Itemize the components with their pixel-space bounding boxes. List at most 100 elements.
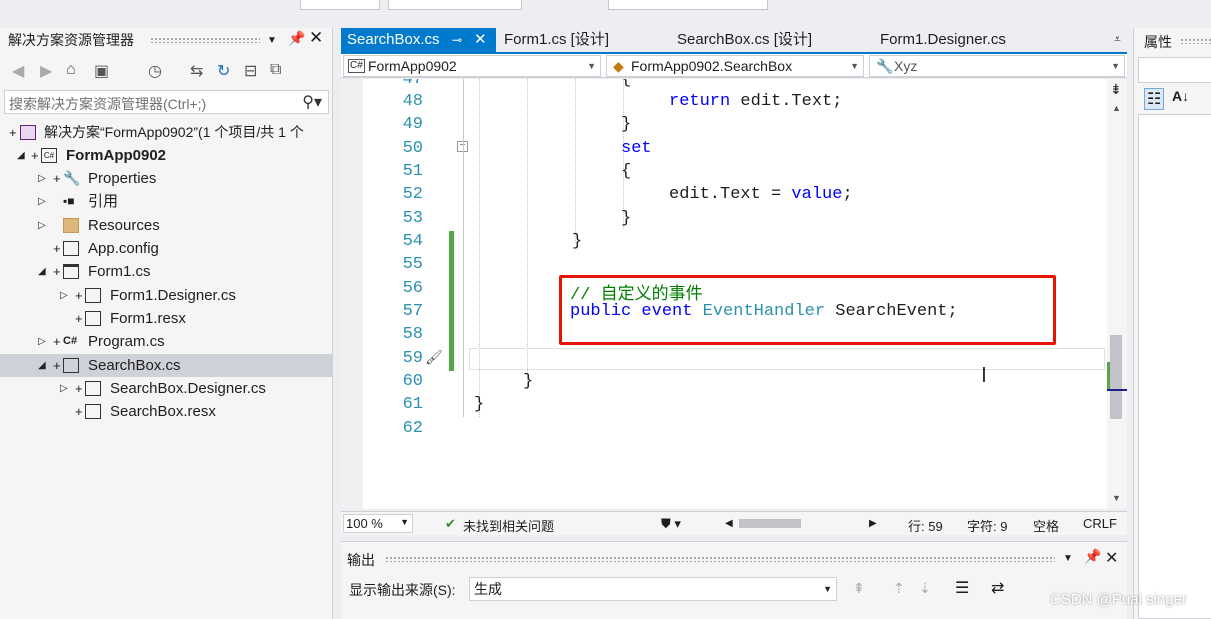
code-line: set — [621, 139, 652, 158]
tree-item-project[interactable]: ◢ + C# FormApp0902 — [0, 144, 332, 167]
collapsed-arrow-icon[interactable]: ▷ — [38, 214, 46, 237]
show-all-files-icon[interactable]: ⧉ — [270, 61, 281, 79]
member-dropdown[interactable]: 🔧 Xyz ▼ — [869, 55, 1125, 77]
tree-item-form1-designer[interactable]: ▷ + Form1.Designer.cs — [0, 284, 332, 307]
split-view-icon[interactable]: ⇟ — [1110, 81, 1122, 98]
zoom-dropdown[interactable]: 100 % ▼ — [343, 514, 413, 533]
tree-item-solution[interactable]: + 解决方案“FormApp0902”(1 个项目/共 1 个 — [0, 121, 332, 144]
tree-item-references[interactable]: ▷ ▪■ 引用 — [0, 190, 332, 213]
tree-item-label: Program.cs — [88, 333, 165, 350]
tree-item-form1[interactable]: ◢ + Form1.cs — [0, 260, 332, 283]
word-wrap-icon[interactable]: ⇄ — [991, 578, 1004, 598]
close-icon[interactable]: ✕ — [309, 28, 323, 48]
tab-form1-designer-cs[interactable]: Form1.Designer.cs — [874, 28, 1006, 52]
tab-searchbox-cs[interactable]: SearchBox.cs ⊸ ✕ — [341, 28, 496, 52]
forward-icon[interactable]: ▶ — [40, 61, 52, 81]
search-icon[interactable]: ⚲▾ — [302, 92, 322, 112]
home-icon[interactable]: ⌂ — [66, 61, 76, 79]
line-ending-indicator[interactable]: CRLF — [1083, 516, 1117, 531]
class-dropdown[interactable]: ◆ FormApp0902.SearchBox ▼ — [606, 55, 864, 77]
properties-object-dropdown[interactable] — [1138, 57, 1211, 83]
alphabetical-icon[interactable]: A↓ — [1172, 88, 1189, 104]
categorized-icon[interactable]: ☷ — [1144, 88, 1165, 110]
pin-icon[interactable]: 📌 — [1084, 548, 1101, 565]
scroll-up-icon[interactable]: ▲ — [1112, 103, 1121, 113]
panel-menu-chevron-icon[interactable]: ▼ — [1063, 553, 1073, 564]
line-number: 50 — [402, 139, 423, 158]
wrench-icon: 🔧 — [876, 58, 894, 74]
output-source-value: 生成 — [474, 581, 502, 597]
pin-icon[interactable]: ⊸ — [452, 28, 462, 52]
tree-item-app-config[interactable]: + App.config — [0, 237, 332, 260]
tab-form1-design[interactable]: Form1.cs [设计] — [498, 28, 609, 52]
panel-grip[interactable] — [385, 556, 1055, 562]
switch-views-icon[interactable]: ▣ — [94, 61, 109, 81]
toolbar-combo-fragment[interactable] — [608, 0, 768, 10]
find-message-icon[interactable]: ⇞ — [853, 580, 865, 597]
code-line: } — [572, 232, 583, 251]
horizontal-scroll-thumb[interactable] — [739, 519, 801, 528]
next-message-icon[interactable]: ⇣ — [919, 580, 931, 597]
filter-icon[interactable]: ⛊ ▾ — [661, 516, 681, 532]
scroll-right-icon[interactable]: ▶ — [869, 518, 877, 529]
editor-vertical-scrollbar[interactable]: ⇟ ▲ ▼ — [1107, 79, 1127, 509]
code-editor[interactable]: 47 48 49 50 51 52 53 54 55 56 57 58 59 6… — [341, 79, 1107, 509]
close-icon[interactable]: ✕ — [1105, 548, 1118, 568]
toolbar-combo-fragment[interactable] — [300, 0, 380, 10]
refresh-icon[interactable]: ↻ — [217, 61, 230, 81]
scroll-left-icon[interactable]: ◀ — [725, 518, 733, 529]
expanded-arrow-icon[interactable]: ◢ — [38, 260, 46, 283]
expanded-arrow-icon[interactable]: ◢ — [17, 144, 25, 167]
tree-item-searchbox-designer[interactable]: ▷ + SearchBox.Designer.cs — [0, 377, 332, 400]
pin-icon[interactable]: 📌 — [288, 30, 305, 47]
clear-all-icon[interactable]: ☰ — [955, 578, 969, 598]
column-indicator[interactable]: 字符: 9 — [967, 516, 1007, 535]
member-dropdown-value: Xyz — [894, 58, 918, 74]
close-icon[interactable]: ✕ — [474, 28, 487, 52]
line-number: 61 — [402, 395, 423, 414]
whitespace-indicator[interactable]: 空格 — [1033, 516, 1059, 535]
issues-status[interactable]: 未找到相关问题 — [463, 516, 554, 535]
back-icon[interactable]: ◀ — [12, 61, 24, 81]
tree-item-resources[interactable]: ▷ Resources — [0, 214, 332, 237]
tree-item-form1-resx[interactable]: + Form1.resx — [0, 307, 332, 330]
output-source-dropdown[interactable]: 生成 ▼ — [469, 577, 837, 601]
glyph-margin — [341, 79, 363, 509]
references-icon: ▪■ — [63, 194, 75, 208]
solution-search-input[interactable]: 搜索解决方案资源管理器(Ctrl+;) ⚲▾ — [4, 90, 329, 114]
tab-searchbox-design[interactable]: SearchBox.cs [设计] — [671, 28, 812, 52]
pending-changes-icon[interactable]: ◷ — [148, 61, 162, 81]
tree-item-properties[interactable]: ▷ + 🔧 Properties — [0, 167, 332, 190]
code-line: } — [474, 395, 485, 414]
panel-grip[interactable] — [150, 37, 260, 43]
collapsed-arrow-icon[interactable]: ▷ — [60, 377, 68, 400]
panel-menu-chevron-icon[interactable]: ▼ — [267, 35, 277, 46]
panel-grip[interactable] — [1180, 38, 1211, 44]
tab-overflow-icon[interactable]: ⩡ — [1114, 32, 1121, 47]
scroll-thumb[interactable] — [1110, 335, 1122, 419]
scroll-down-icon[interactable]: ▼ — [1112, 493, 1121, 503]
output-title: 输出 — [347, 552, 375, 568]
project-dropdown[interactable]: C# FormApp0902 ▼ — [343, 55, 601, 77]
line-number: 60 — [402, 372, 423, 391]
expanded-arrow-icon[interactable]: ◢ — [38, 354, 46, 377]
properties-grid[interactable] — [1138, 114, 1211, 619]
code-line: return edit.Text; — [669, 92, 842, 111]
sync-icon[interactable]: ⇆ — [190, 61, 203, 81]
tree-item-searchbox-resx[interactable]: + SearchBox.resx — [0, 400, 332, 423]
collapsed-arrow-icon[interactable]: ▷ — [38, 167, 46, 190]
collapsed-arrow-icon[interactable]: ▷ — [38, 330, 46, 353]
line-number: 56 — [402, 279, 423, 298]
collapsed-arrow-icon[interactable]: ▷ — [60, 284, 68, 307]
tree-item-program[interactable]: ▷ + C# Program.cs — [0, 330, 332, 353]
line-indicator[interactable]: 行: 59 — [908, 516, 943, 535]
collapsed-arrow-icon[interactable]: ▷ — [38, 190, 46, 213]
config-file-icon — [63, 241, 79, 256]
line-number: 58 — [402, 325, 423, 344]
code-line: } — [523, 372, 534, 391]
collapse-all-icon[interactable]: ⊟ — [244, 61, 257, 81]
previous-message-icon[interactable]: ⇡ — [893, 580, 905, 597]
quick-action-brush-icon[interactable]: 🖌 — [425, 349, 443, 366]
tree-item-searchbox[interactable]: ◢ + SearchBox.cs — [0, 354, 332, 377]
toolbar-combo-fragment[interactable] — [388, 0, 522, 10]
